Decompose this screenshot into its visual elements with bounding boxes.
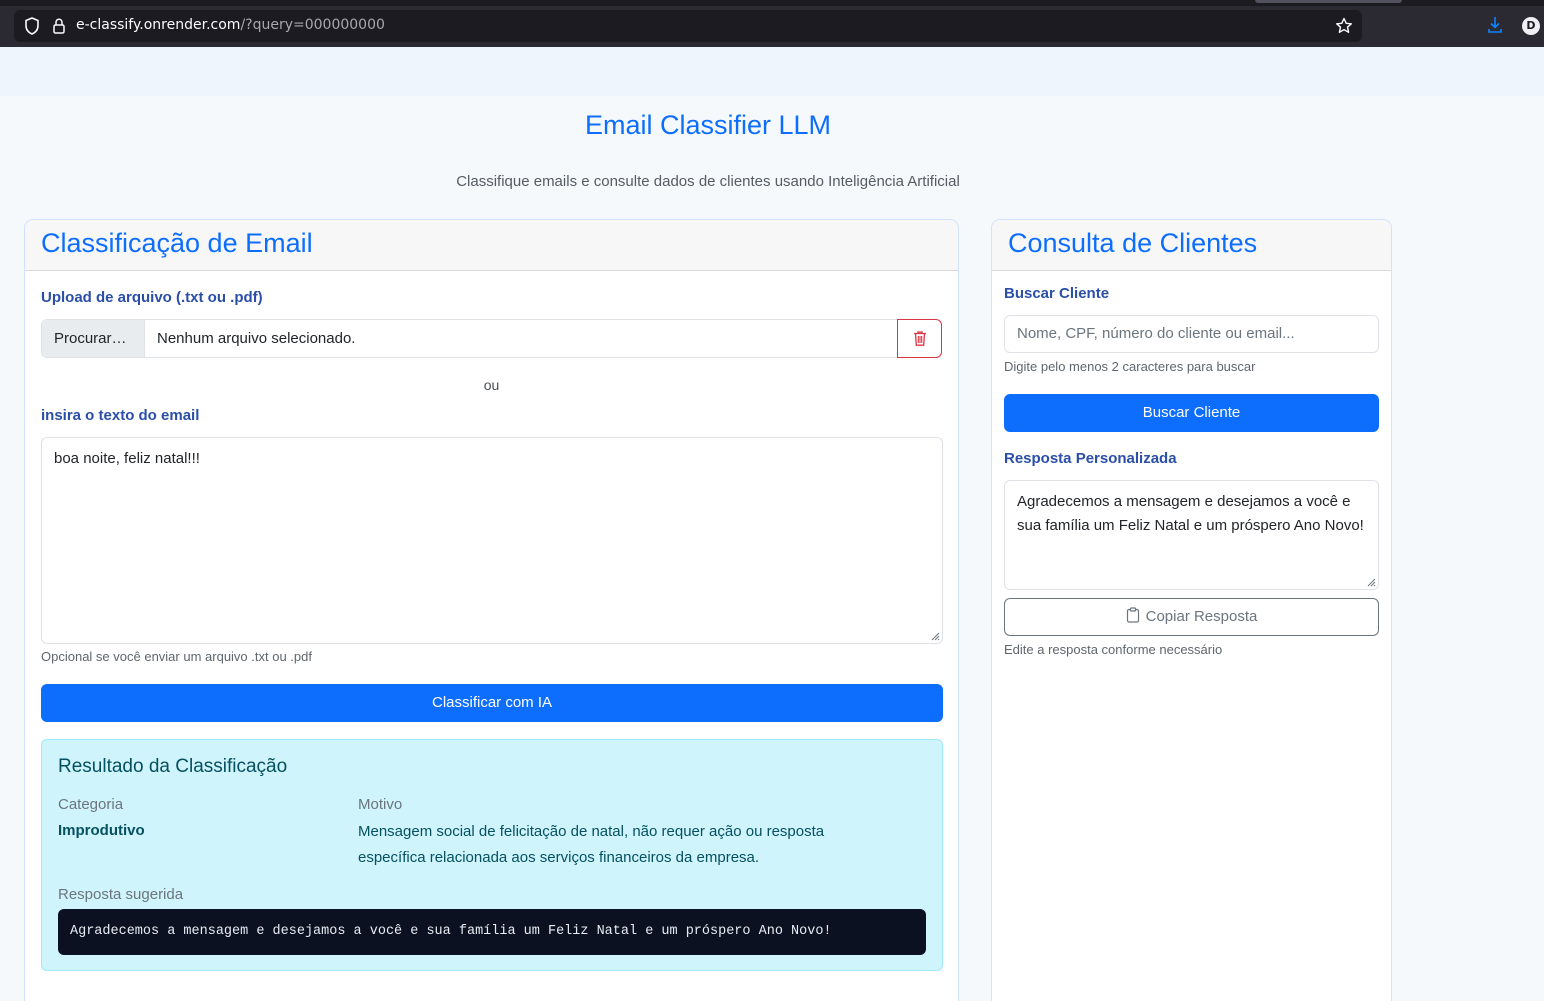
- url-text[interactable]: e-classify.onrender.com/?query=000000000: [76, 17, 385, 33]
- email-classification-card: Classificação de Email Upload de arquivo…: [24, 219, 959, 1001]
- shield-icon[interactable]: [23, 16, 41, 36]
- search-help: Digite pelo menos 2 caracteres para busc…: [1004, 359, 1256, 374]
- trash-icon: [914, 331, 926, 346]
- resize-grip-icon[interactable]: [930, 631, 940, 641]
- email-text-value: boa noite, feliz natal!!!: [54, 450, 200, 467]
- upload-label: Upload de arquivo (.txt ou .pdf): [41, 289, 263, 306]
- category-value: Improdutivo: [58, 822, 145, 839]
- result-title: Resultado da Classificação: [58, 756, 288, 777]
- copy-response-label: Copiar Resposta: [1145, 608, 1258, 625]
- page-subtitle: Classifique emails e consulte dados de c…: [456, 173, 960, 190]
- page-top-band: [0, 47, 1544, 96]
- suggested-response: Agradecemos a mensagem e desejamos a voc…: [58, 909, 926, 955]
- response-help: Edite a resposta conforme necessário: [1004, 642, 1223, 657]
- url-path: /?query=000000000: [240, 17, 385, 33]
- card-title: Consulta de Clientes: [1008, 228, 1258, 258]
- reason-value: Mensagem social de felicitação de natal,…: [358, 823, 825, 866]
- browser-tab[interactable]: [1255, 0, 1402, 3]
- page-title: Email Classifier LLM: [584, 110, 832, 140]
- email-text-help: Opcional se você enviar um arquivo .txt …: [41, 649, 312, 664]
- suggested-response-label: Resposta sugerida: [58, 886, 184, 903]
- card-header: Consulta de Clientes: [992, 220, 1391, 271]
- file-input[interactable]: Procurar… Nenhum arquivo selecionado.: [41, 319, 898, 358]
- star-icon[interactable]: [1334, 16, 1354, 36]
- download-icon[interactable]: [1486, 15, 1504, 35]
- email-text-label: insira o texto do email: [41, 407, 200, 424]
- card-title: Classificação de Email: [41, 228, 313, 258]
- custom-response-label: Resposta Personalizada: [1004, 450, 1177, 467]
- file-upload-group: Procurar… Nenhum arquivo selecionado.: [41, 319, 943, 358]
- card-header: Classificação de Email: [25, 220, 958, 271]
- profile-avatar[interactable]: D: [1522, 17, 1540, 35]
- custom-response-textarea[interactable]: Agradecemos a mensagem e desejamos a voc…: [1004, 480, 1379, 590]
- browse-button[interactable]: Procurar…: [42, 320, 145, 357]
- resize-grip-icon[interactable]: [1366, 577, 1376, 587]
- classify-button[interactable]: Classificar com IA: [41, 684, 943, 722]
- email-textarea[interactable]: boa noite, feliz natal!!!: [41, 437, 943, 644]
- client-lookup-card: Consulta de Clientes Buscar Cliente Nome…: [991, 219, 1392, 1001]
- browser-toolbar: e-classify.onrender.com/?query=000000000…: [0, 0, 1544, 47]
- search-label: Buscar Cliente: [1004, 285, 1110, 302]
- copy-response-button[interactable]: Copiar Resposta: [1004, 598, 1379, 636]
- url-host: e-classify.onrender.com: [76, 17, 241, 33]
- reason-label: Motivo: [358, 796, 403, 813]
- lock-icon[interactable]: [51, 16, 67, 36]
- category-label: Categoria: [58, 796, 124, 813]
- classification-result: Resultado da Classificação Categoria Imp…: [41, 739, 943, 971]
- address-bar[interactable]: e-classify.onrender.com/?query=000000000: [14, 10, 1362, 42]
- clear-file-button[interactable]: [897, 319, 942, 358]
- client-search-input[interactable]: Nome, CPF, número do cliente ou email...: [1004, 315, 1379, 353]
- search-client-button[interactable]: Buscar Cliente: [1004, 394, 1379, 432]
- or-separator: ou: [483, 377, 500, 393]
- custom-response-text: Agradecemos a mensagem e desejamos a voc…: [1017, 493, 1364, 534]
- clipboard-icon: [1126, 607, 1139, 623]
- file-status: Nenhum arquivo selecionado.: [157, 330, 356, 347]
